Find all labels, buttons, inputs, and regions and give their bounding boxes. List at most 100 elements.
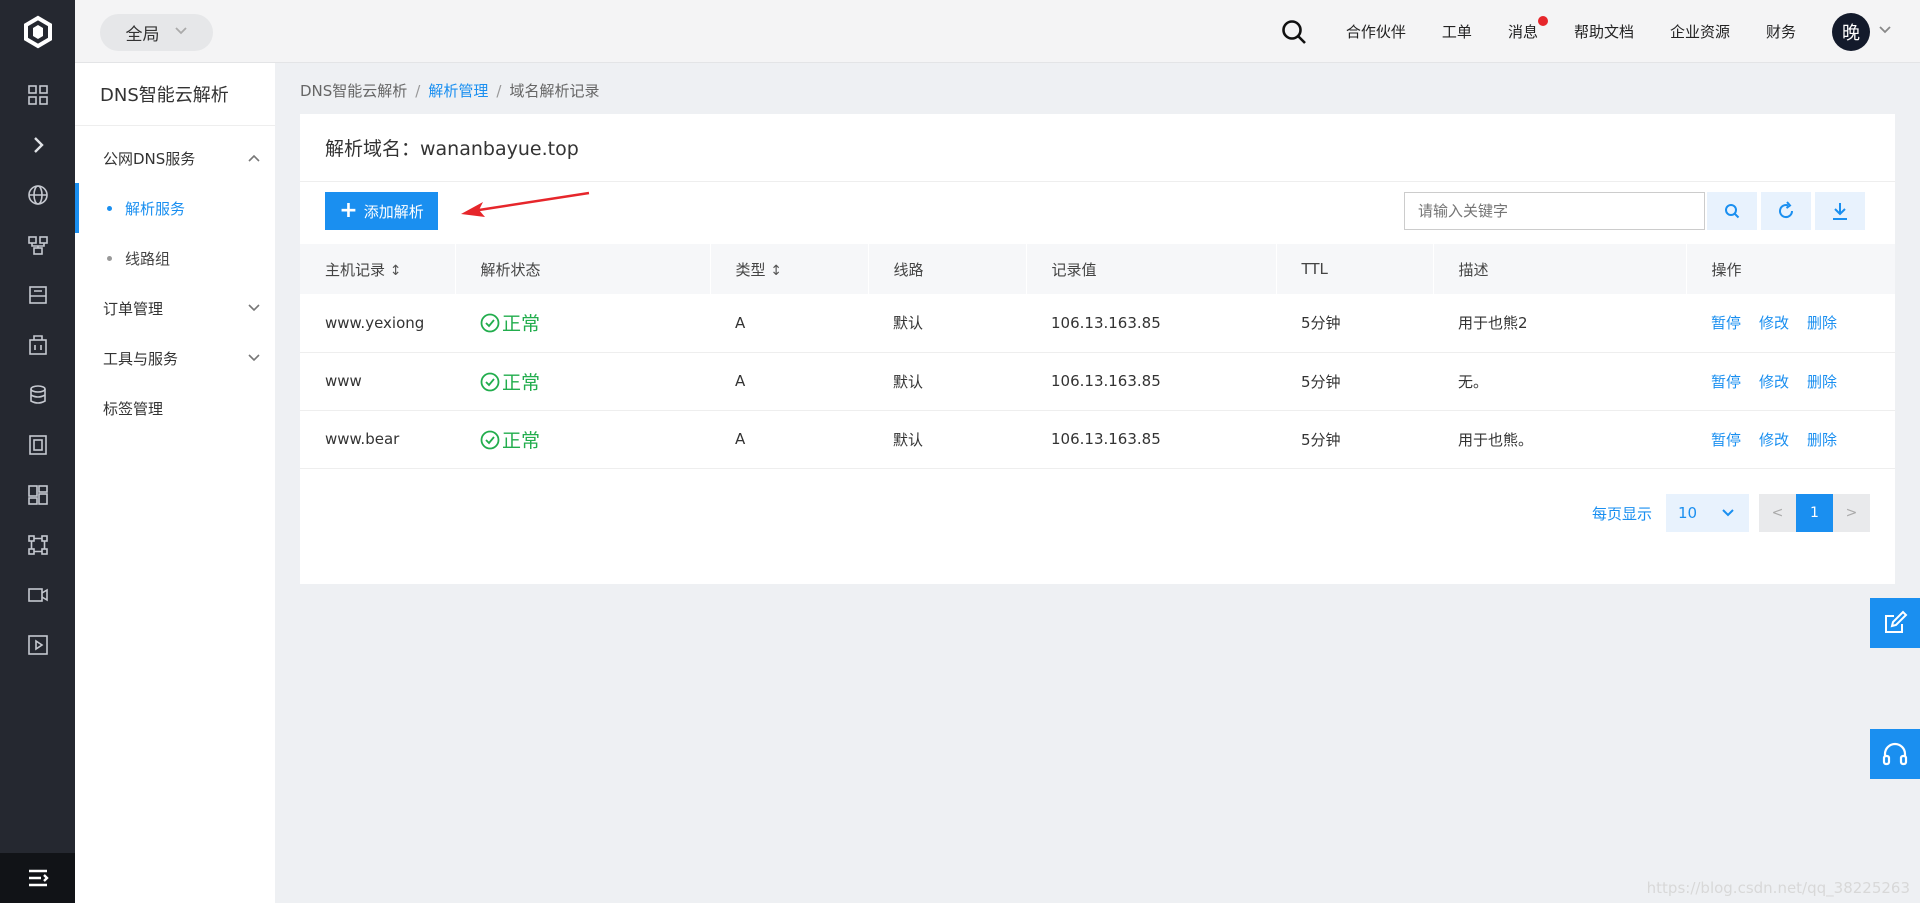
- sidebar-group-tags[interactable]: 标签管理: [75, 383, 275, 433]
- cell-value: 106.13.163.85: [1051, 372, 1161, 390]
- breadcrumb-item-current: 域名解析记录: [509, 82, 600, 100]
- page-size-label: 每页显示: [1591, 504, 1652, 523]
- header-ttl: TTL: [1275, 244, 1433, 294]
- cell-description: 无。: [1458, 372, 1489, 391]
- sidebar-item-label: 线路组: [125, 249, 171, 268]
- nav-partners[interactable]: 合作伙伴: [1346, 21, 1406, 42]
- expand-chevron-icon[interactable]: [0, 120, 75, 170]
- breadcrumb-item-dns[interactable]: DNS智能云解析: [300, 82, 407, 100]
- header-value: 记录值: [1025, 244, 1276, 294]
- sidebar-group-label: 订单管理: [103, 299, 164, 318]
- plus-icon: +: [339, 198, 358, 223]
- nav-finance[interactable]: 财务: [1766, 21, 1796, 42]
- menu-toggle-icon[interactable]: [0, 853, 75, 903]
- sidebar-title: DNS智能云解析: [75, 63, 275, 126]
- breadcrumb-item-management[interactable]: 解析管理: [428, 82, 488, 100]
- cell-ttl: 5分钟: [1301, 314, 1341, 333]
- video-icon[interactable]: [0, 570, 75, 620]
- sidebar-item-label: 解析服务: [125, 199, 186, 218]
- chevron-down-icon: [1722, 509, 1734, 517]
- delete-link[interactable]: 删除: [1807, 314, 1837, 332]
- database-icon[interactable]: [0, 370, 75, 420]
- cell-line: 默认: [893, 430, 924, 449]
- toolbar: + 添加解析: [300, 182, 1895, 244]
- chevron-down-icon: [248, 304, 260, 312]
- topology-icon[interactable]: [0, 520, 75, 570]
- edit-link[interactable]: 修改: [1759, 431, 1789, 449]
- add-record-button[interactable]: + 添加解析: [325, 192, 438, 230]
- table-row: www 正常 A 默认 106.13.163.85 5分钟 无。 暂停 修改 删除: [300, 352, 1895, 410]
- bullet-icon: [107, 205, 112, 211]
- storage-icon[interactable]: [0, 270, 75, 320]
- cell-status: 正常: [455, 410, 710, 468]
- edit-link[interactable]: 修改: [1759, 314, 1789, 332]
- grid-icon[interactable]: [0, 70, 75, 120]
- nav-help-docs[interactable]: 帮助文档: [1574, 21, 1634, 42]
- sidebar-item-resolution-service[interactable]: 解析服务: [75, 183, 275, 233]
- sidebar-group-label: 工具与服务: [103, 349, 179, 368]
- sidebar-item-line-group[interactable]: 线路组: [75, 233, 275, 283]
- nav-messages[interactable]: 消息: [1508, 16, 1548, 42]
- watermark: https://blog.csdn.net/qq_38225263: [1646, 879, 1910, 897]
- sidebar-group-tools[interactable]: 工具与服务: [75, 333, 275, 383]
- status-text: 正常: [502, 313, 541, 336]
- check-circle-icon: [480, 313, 500, 333]
- next-page-button[interactable]: >: [1833, 494, 1870, 532]
- table-header-row: 主机记录 ↕ 解析状态 类型 ↕ 线路 记录值 TTL 描述 操作: [300, 244, 1895, 294]
- page-size-select[interactable]: 10: [1666, 494, 1749, 532]
- pause-link[interactable]: 暂停: [1711, 373, 1741, 391]
- sidebar-group-label: 标签管理: [103, 399, 164, 418]
- avatar[interactable]: 晚: [1832, 12, 1870, 51]
- header-host[interactable]: 主机记录 ↕: [300, 244, 455, 294]
- edit-link[interactable]: 修改: [1759, 373, 1789, 391]
- search-icon[interactable]: [1280, 18, 1308, 46]
- search-input[interactable]: [1404, 192, 1705, 230]
- cell-value: 106.13.163.85: [1051, 430, 1161, 448]
- building-icon[interactable]: [0, 320, 75, 370]
- cell-host: www.yexiong: [325, 313, 425, 332]
- feedback-button[interactable]: [1870, 598, 1920, 648]
- nav-enterprise-resources[interactable]: 企业资源: [1670, 21, 1730, 42]
- play-icon[interactable]: [0, 620, 75, 670]
- top-nav: 合作伙伴 工单 消息 帮助文档 企业资源 财务 晚: [1280, 0, 1920, 63]
- header-type[interactable]: 类型 ↕: [709, 244, 868, 294]
- table-row: www.bear 正常 A 默认 106.13.163.85 5分钟 用于也熊。…: [300, 410, 1895, 468]
- chevron-down-icon: [174, 25, 188, 40]
- status-text: 正常: [502, 371, 541, 394]
- top-bar: 全局 合作伙伴 工单 消息 帮助文档 企业资源 财务 晚: [75, 0, 1920, 63]
- status-text: 正常: [502, 429, 541, 452]
- download-button[interactable]: [1815, 192, 1865, 230]
- page-1-button[interactable]: 1: [1796, 494, 1833, 532]
- delete-link[interactable]: 删除: [1807, 373, 1837, 391]
- header-line: 线路: [867, 244, 1026, 294]
- bullet-icon: [107, 255, 112, 261]
- sort-icon[interactable]: ↕: [770, 263, 782, 279]
- product-sidebar: DNS智能云解析 公网DNS服务 解析服务 线路组 订单管理 工具与服务 标签管…: [75, 63, 275, 903]
- pause-link[interactable]: 暂停: [1711, 431, 1741, 449]
- delete-link[interactable]: 删除: [1807, 431, 1837, 449]
- dashboard-icon[interactable]: [0, 470, 75, 520]
- cell-description: 用于也熊。: [1458, 430, 1534, 449]
- nav-tickets[interactable]: 工单: [1442, 21, 1472, 42]
- prev-page-button[interactable]: <: [1759, 494, 1796, 532]
- breadcrumb-separator: /: [496, 82, 502, 100]
- server-icon[interactable]: [0, 420, 75, 470]
- sidebar-group-orders[interactable]: 订单管理: [75, 283, 275, 333]
- support-button[interactable]: [1870, 729, 1920, 779]
- search-button[interactable]: [1707, 192, 1757, 230]
- edit-icon: [1885, 610, 1908, 633]
- network-icon[interactable]: [0, 220, 75, 270]
- headset-icon: [1882, 742, 1908, 766]
- cloud-logo-icon[interactable]: [0, 0, 75, 63]
- sort-icon[interactable]: ↕: [390, 263, 402, 279]
- globe-icon[interactable]: [0, 170, 75, 220]
- scope-selector[interactable]: 全局: [100, 14, 213, 51]
- cell-type: A: [735, 372, 746, 390]
- header-type-label: 类型: [735, 260, 766, 279]
- refresh-button[interactable]: [1761, 192, 1811, 230]
- check-circle-icon: [480, 372, 500, 391]
- pause-link[interactable]: 暂停: [1711, 314, 1741, 332]
- sidebar-group-public-dns[interactable]: 公网DNS服务: [75, 133, 275, 183]
- avatar-chevron-icon[interactable]: [1878, 24, 1892, 39]
- page-title: 解析域名：wananbayue.top: [300, 114, 1895, 182]
